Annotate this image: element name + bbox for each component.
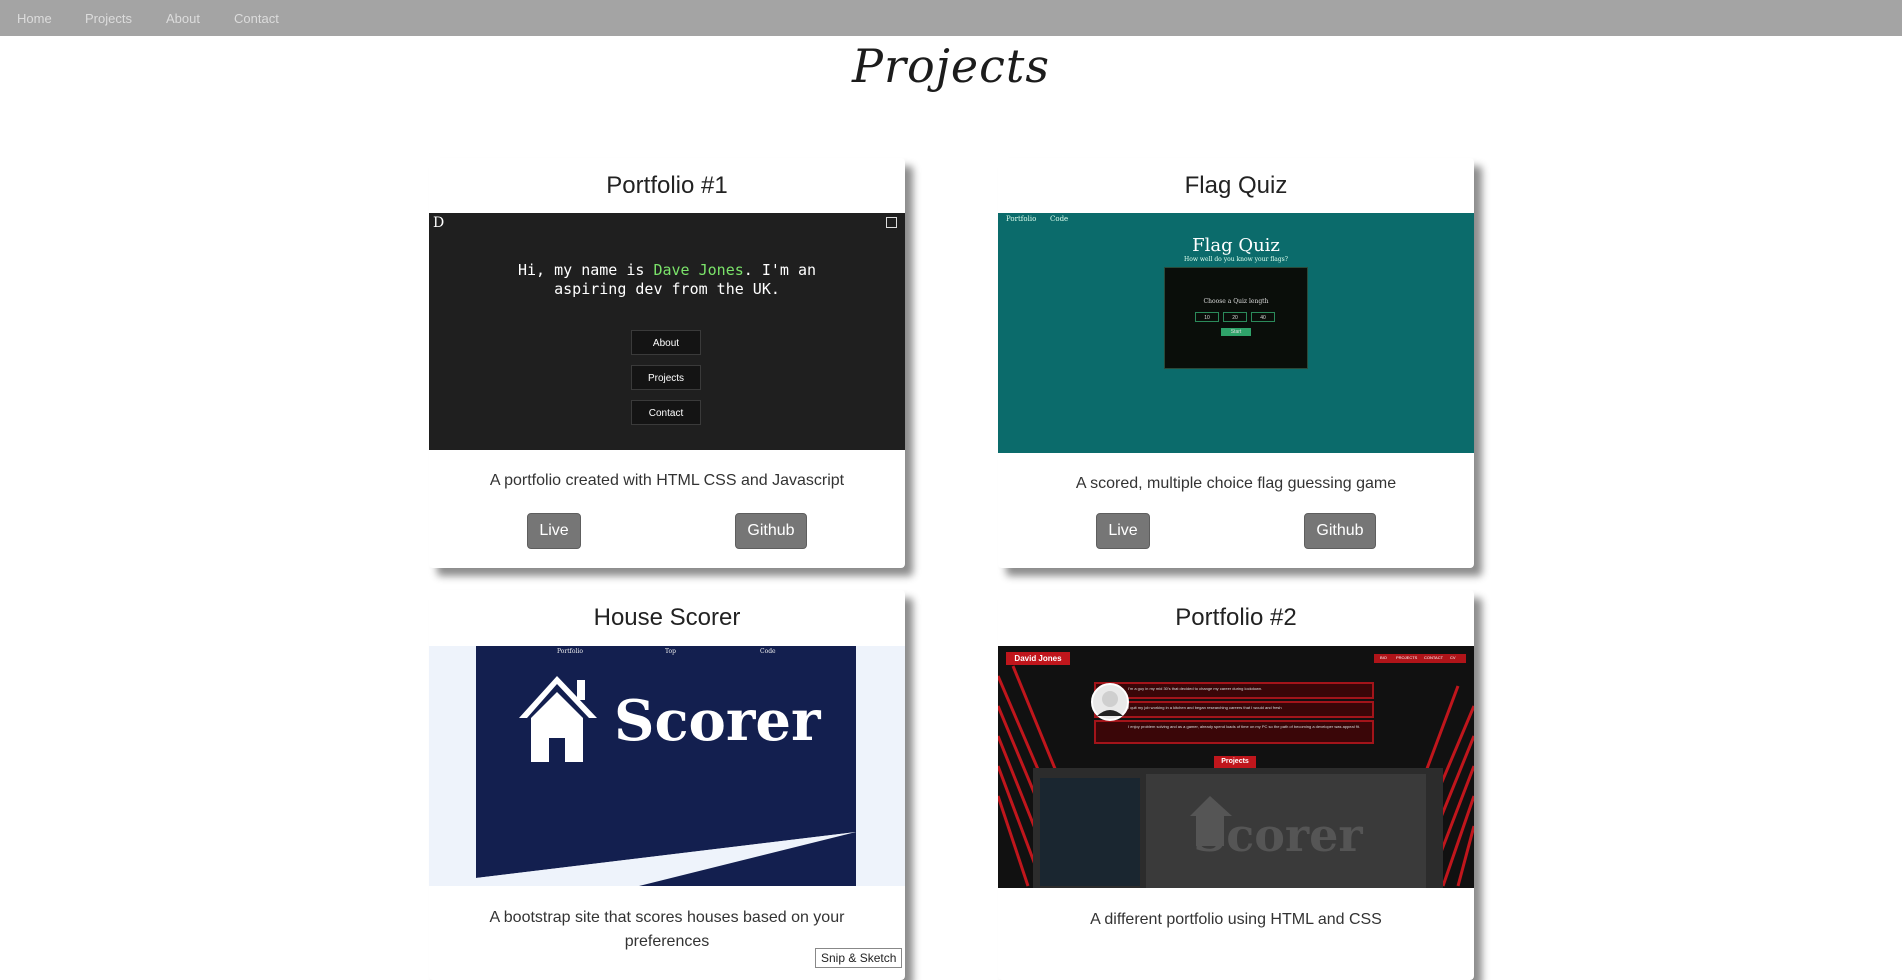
live-button[interactable]: Live: [527, 513, 581, 549]
house-scorer-preview: Scorer: [476, 646, 856, 886]
project-card-portfolio-2: Portfolio #2 Scorer David Jones BIO PROJ…: [998, 590, 1474, 980]
github-button[interactable]: Github: [1304, 513, 1376, 549]
nav-about[interactable]: About: [166, 11, 200, 26]
live-button[interactable]: Live: [1096, 513, 1150, 549]
avatar: [1091, 683, 1129, 721]
preview-subtitle: How well do you know your flags?: [1184, 256, 1288, 263]
preview-nav: BIO PROJECTS CONTACT CV: [1374, 654, 1466, 663]
menu-icon: [886, 217, 897, 228]
preview-prompt: Choose a Quiz length: [1203, 298, 1269, 305]
preview-option: 40: [1251, 312, 1275, 322]
project-preview-image: Scorer David Jones BIO PROJECTS CONTACT …: [998, 646, 1474, 888]
project-preview-image: Portfolio Code Flag Quiz How well do you…: [998, 213, 1474, 453]
preview-nav-portfolio: Portfolio: [1006, 215, 1037, 223]
preview-projects-button: Projects: [631, 365, 701, 390]
nav-home[interactable]: Home: [17, 11, 52, 26]
nav-contact[interactable]: Contact: [234, 11, 279, 26]
preview-option: 20: [1223, 312, 1247, 322]
preview-brand: David Jones: [1006, 652, 1070, 665]
preview-nav-bio: BIO: [1380, 655, 1387, 660]
preview-intro: Hi, my name is Dave Jones. I'm an aspiri…: [429, 261, 905, 299]
page-title: Projects: [852, 39, 1050, 93]
card-title: Flag Quiz: [1184, 172, 1288, 199]
preview-bio-line: I enjoy problem solving and as a gamer, …: [1094, 720, 1374, 744]
card-description: A different portfolio using HTML and CSS: [1090, 911, 1382, 928]
preview-option: 10: [1195, 312, 1219, 322]
preview-projects-label: Projects: [1214, 756, 1256, 768]
intro-text: Hi, my name is: [517, 261, 654, 279]
top-navbar: Home Projects About Contact: [0, 0, 1902, 36]
preview-bio-line: I'm a guy in my mid 30's that decided to…: [1094, 682, 1374, 699]
project-card-portfolio-1: Portfolio #1 D Hi, my name is Dave Jones…: [429, 158, 905, 568]
preview-nav-code: Code: [1050, 215, 1069, 223]
preview-nav-portfolio: Portfolio: [557, 648, 583, 655]
preview-nav-cv: CV: [1450, 655, 1456, 660]
preview-nav-code: Code: [760, 648, 776, 655]
preview-title: Flag Quiz: [1192, 235, 1280, 256]
intro-text-end: . I'm an: [743, 261, 817, 279]
preview-nav-projects: PROJECTS: [1396, 655, 1418, 660]
preview-bio-line: I quit my job working in a kitchen and b…: [1094, 701, 1374, 718]
preview-nav-top: Top: [665, 648, 676, 655]
preview-start: Start: [1221, 328, 1251, 336]
project-card-house-scorer: House Scorer Scorer Portfolio Top Code A…: [429, 590, 905, 980]
preview-quiz-box: Choose a Quiz length 10 20 40 Start: [1164, 267, 1308, 369]
intro-line-2: aspiring dev from the UK.: [554, 280, 780, 298]
preview-contact-button: Contact: [631, 400, 701, 425]
intro-name: Dave Jones: [653, 261, 744, 279]
snip-sketch-tooltip[interactable]: Snip & Sketch: [815, 948, 903, 968]
card-title: House Scorer: [593, 604, 741, 631]
github-button[interactable]: Github: [735, 513, 807, 549]
card-title: Portfolio #1: [606, 172, 728, 199]
card-description: A portfolio created with HTML CSS and Ja…: [489, 472, 845, 489]
preview-about-button: About: [631, 330, 701, 355]
project-preview-image: D Hi, my name is Dave Jones. I'm an aspi…: [429, 213, 905, 450]
nav-projects[interactable]: Projects: [85, 11, 132, 26]
card-description: A scored, multiple choice flag guessing …: [1075, 475, 1397, 492]
card-title: Portfolio #2: [1175, 604, 1297, 631]
card-description: A bootstrap site that scores houses base…: [489, 909, 845, 950]
preview-logo-text: Scorer: [614, 688, 822, 754]
project-preview-image: Scorer Portfolio Top Code: [429, 646, 905, 886]
project-card-flag-quiz: Flag Quiz Portfolio Code Flag Quiz How w…: [998, 158, 1474, 568]
logo: D: [433, 215, 445, 231]
preview-nav-contact: CONTACT: [1424, 655, 1444, 660]
